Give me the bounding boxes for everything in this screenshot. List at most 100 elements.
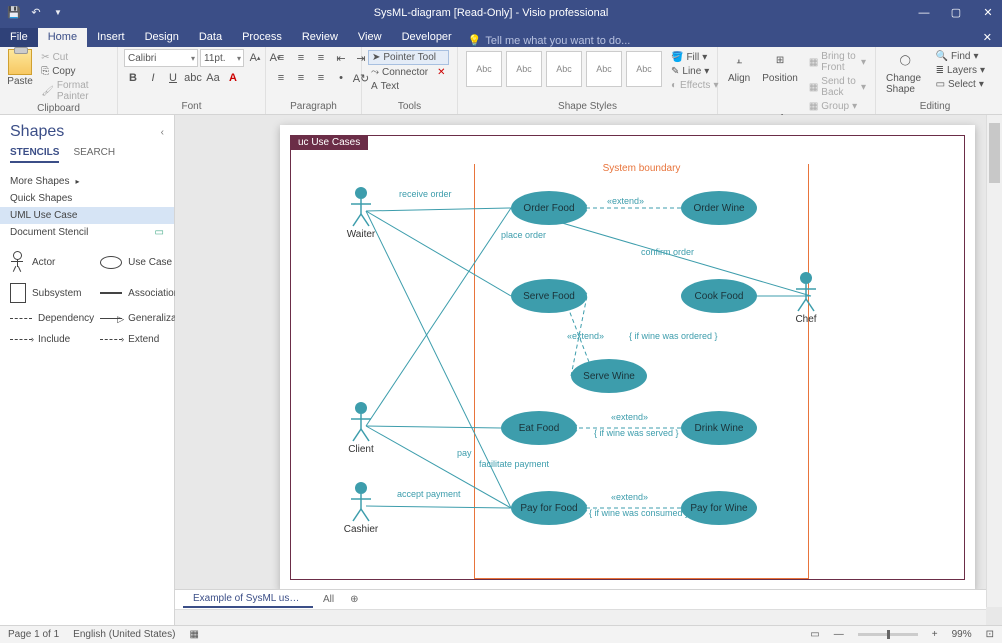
zoom-out-button[interactable]: — bbox=[834, 629, 844, 640]
palette-subsys[interactable]: Subsystem bbox=[10, 283, 94, 303]
usecase-pay_food[interactable]: Pay for Food bbox=[511, 491, 587, 525]
layers-button[interactable]: ≣Layers ▾ bbox=[933, 64, 988, 77]
position-button[interactable]: ⊞Position bbox=[758, 49, 802, 113]
copy-button[interactable]: ⎘Copy bbox=[38, 65, 111, 78]
usecase-eat_food[interactable]: Eat Food bbox=[501, 411, 577, 445]
tab-developer[interactable]: Developer bbox=[392, 28, 462, 47]
italic-button[interactable]: I bbox=[144, 69, 162, 87]
usecase-cook_food[interactable]: Cook Food bbox=[681, 279, 757, 313]
style-thumb[interactable]: Abc bbox=[506, 51, 542, 87]
change-shape-button[interactable]: ◯Change Shape bbox=[882, 49, 929, 101]
collapse-pane-button[interactable]: ‹ bbox=[161, 127, 164, 138]
font-size-combo[interactable]: 11pt. bbox=[200, 49, 244, 67]
palette-inc[interactable]: ›Include bbox=[10, 334, 94, 345]
connector-tool-button[interactable]: ⤳Connector✕ bbox=[368, 66, 449, 79]
send-to-back-button[interactable]: ▦ Send to Back ▾ bbox=[806, 75, 869, 99]
fit-page-button[interactable]: ⊡ bbox=[986, 629, 994, 640]
search-tab[interactable]: SEARCH bbox=[73, 147, 115, 163]
horizontal-scrollbar[interactable] bbox=[175, 609, 986, 625]
usecase-serve_wine[interactable]: Serve Wine bbox=[571, 359, 647, 393]
effects-button[interactable]: ◐Effects ▾ bbox=[668, 79, 721, 92]
zoom-level[interactable]: 99% bbox=[952, 629, 972, 640]
select-button[interactable]: ▭Select ▾ bbox=[933, 78, 988, 91]
align-bot-button[interactable]: ≡ bbox=[312, 49, 330, 67]
tab-view[interactable]: View bbox=[348, 28, 392, 47]
usecase-frame[interactable]: uc Use Cases System boundary WaiterClien… bbox=[290, 135, 965, 580]
underline-button[interactable]: U bbox=[164, 69, 182, 87]
align-center-button[interactable]: ≡ bbox=[292, 69, 310, 87]
usecase-serve_food[interactable]: Serve Food bbox=[511, 279, 587, 313]
qat-dropdown[interactable]: ▼ bbox=[50, 5, 66, 21]
line-button[interactable]: ✎Line ▾ bbox=[668, 65, 721, 78]
tab-process[interactable]: Process bbox=[232, 28, 292, 47]
tab-review[interactable]: Review bbox=[292, 28, 348, 47]
usecase-pay_wine[interactable]: Pay for Wine bbox=[681, 491, 757, 525]
tab-home[interactable]: Home bbox=[38, 28, 87, 47]
actor-client[interactable]: Client bbox=[341, 401, 381, 455]
macro-icon[interactable]: ▦ bbox=[189, 629, 198, 640]
pointer-tool-button[interactable]: ➤Pointer Tool bbox=[368, 50, 449, 65]
close-button[interactable]: ✕ bbox=[980, 5, 996, 21]
style-thumb[interactable]: Abc bbox=[626, 51, 662, 87]
font-name-combo[interactable]: Calibri bbox=[124, 49, 198, 67]
font-color-button[interactable]: A bbox=[224, 69, 242, 87]
delete-connector-icon[interactable]: ✕ bbox=[437, 67, 445, 78]
bold-button[interactable]: B bbox=[124, 69, 142, 87]
maximize-button[interactable]: ▢ bbox=[948, 5, 964, 21]
find-button[interactable]: 🔍Find ▾ bbox=[933, 50, 988, 63]
document-stencil-item[interactable]: Document Stencil▭ bbox=[10, 224, 164, 241]
zoom-slider[interactable] bbox=[858, 633, 918, 636]
language-indicator[interactable]: English (United States) bbox=[73, 629, 175, 640]
more-shapes-item[interactable]: More Shapes▸ bbox=[10, 173, 164, 190]
indent-dec-button[interactable]: ⇤ bbox=[332, 49, 350, 67]
bullets-button[interactable]: • bbox=[332, 69, 350, 87]
align-left-button[interactable]: ≡ bbox=[272, 69, 290, 87]
cut-button[interactable]: ✂Cut bbox=[38, 51, 111, 64]
bring-to-front-button[interactable]: ▦ Bring to Front ▾ bbox=[806, 50, 869, 74]
canvas-area[interactable]: uc Use Cases System boundary WaiterClien… bbox=[175, 115, 1002, 625]
presentation-mode-button[interactable]: ▭ bbox=[810, 629, 819, 640]
usecase-order_wine[interactable]: Order Wine bbox=[681, 191, 757, 225]
add-sheet-button[interactable]: ⊕ bbox=[344, 592, 364, 607]
align-right-button[interactable]: ≡ bbox=[312, 69, 330, 87]
shape-style-gallery[interactable]: Abc Abc Abc Abc Abc bbox=[464, 49, 664, 101]
stencils-tab[interactable]: STENCILS bbox=[10, 147, 59, 163]
save-icon[interactable]: 💾 bbox=[6, 5, 22, 21]
tab-insert[interactable]: Insert bbox=[87, 28, 135, 47]
vertical-scrollbar[interactable] bbox=[986, 115, 1002, 607]
tab-data[interactable]: Data bbox=[189, 28, 232, 47]
palette-dep[interactable]: Dependency bbox=[10, 313, 94, 324]
tab-design[interactable]: Design bbox=[135, 28, 189, 47]
fill-button[interactable]: 🪣Fill ▾ bbox=[668, 51, 721, 64]
actor-waiter[interactable]: Waiter bbox=[341, 186, 381, 240]
grow-font-button[interactable]: A▴ bbox=[246, 49, 264, 67]
format-painter-button[interactable]: 🖌Format Painter bbox=[38, 79, 111, 103]
ribbon-close-doc[interactable]: ✕ bbox=[973, 28, 1002, 47]
group-button[interactable]: ▦ Group ▾ bbox=[806, 100, 869, 113]
undo-icon[interactable]: ↶ bbox=[28, 5, 44, 21]
all-sheets-button[interactable]: All bbox=[313, 592, 344, 607]
uml-usecase-stencil[interactable]: UML Use Case bbox=[0, 207, 174, 224]
usecase-drink_wine[interactable]: Drink Wine bbox=[681, 411, 757, 445]
usecase-order_food[interactable]: Order Food bbox=[511, 191, 587, 225]
actor-cashier[interactable]: Cashier bbox=[341, 481, 381, 535]
quick-shapes-item[interactable]: Quick Shapes bbox=[10, 190, 164, 207]
sheet-tab[interactable]: Example of SysML use ca... bbox=[183, 591, 313, 608]
zoom-in-button[interactable]: + bbox=[932, 629, 938, 640]
tell-me-search[interactable]: 💡Tell me what you want to do... bbox=[462, 34, 631, 47]
style-thumb[interactable]: Abc bbox=[586, 51, 622, 87]
palette-actor[interactable]: Actor bbox=[10, 251, 94, 273]
strike-button[interactable]: abc bbox=[184, 69, 202, 87]
text-tool-button[interactable]: AText bbox=[368, 80, 449, 93]
paste-button[interactable]: Paste bbox=[6, 49, 34, 103]
align-top-button[interactable]: ≡ bbox=[272, 49, 290, 67]
tab-file[interactable]: File bbox=[0, 28, 38, 47]
drawing-page[interactable]: uc Use Cases System boundary WaiterClien… bbox=[280, 125, 975, 590]
align-button[interactable]: ⫠Align bbox=[724, 49, 754, 113]
align-mid-button[interactable]: ≡ bbox=[292, 49, 310, 67]
text-case-button[interactable]: Aa bbox=[204, 69, 222, 87]
style-thumb[interactable]: Abc bbox=[546, 51, 582, 87]
style-thumb[interactable]: Abc bbox=[466, 51, 502, 87]
actor-chef[interactable]: Chef bbox=[786, 271, 826, 325]
minimize-button[interactable]: — bbox=[916, 5, 932, 21]
